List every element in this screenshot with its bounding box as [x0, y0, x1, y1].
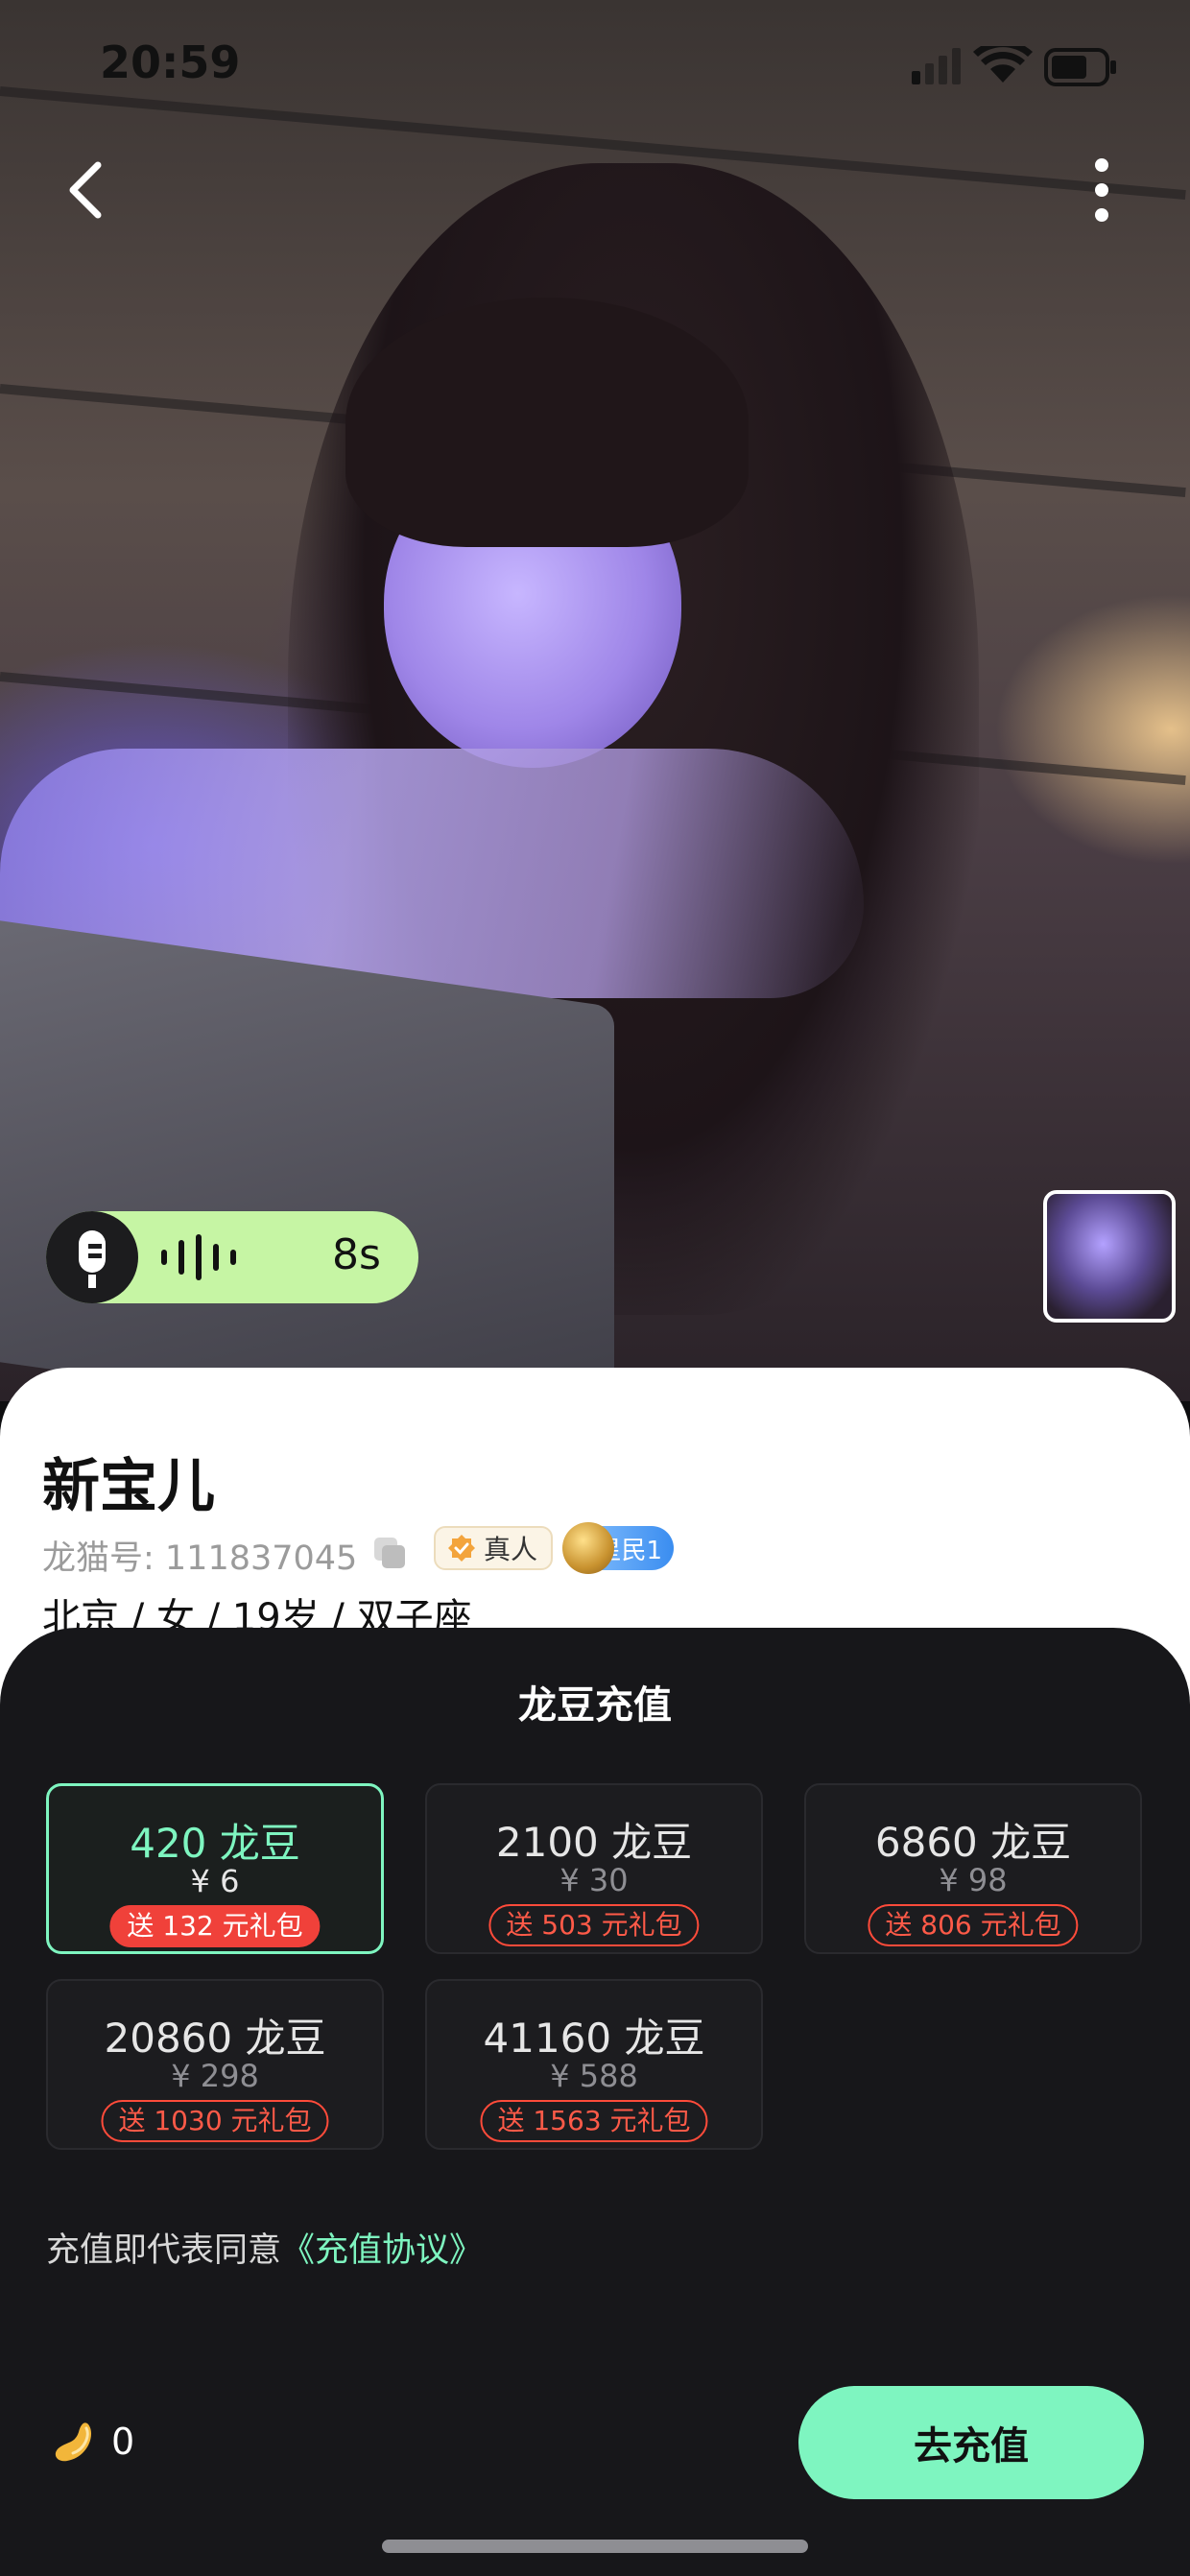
package-amount: 20860 龙豆 [104, 2015, 326, 2062]
package-gift: 送 806 元礼包 [868, 1904, 1079, 1946]
agreement-text: 充值即代表同意《充值协议》 [46, 2223, 483, 2272]
package-price: ¥ 6 [190, 1863, 240, 1899]
status-bar: 20:59 [0, 0, 1190, 125]
verified-badge-icon [448, 1535, 475, 1562]
package-card[interactable]: 20860 龙豆 ¥ 298 送 1030 元礼包 [46, 1979, 384, 2150]
copy-icon[interactable] [370, 1534, 409, 1572]
package-card[interactable]: 41160 龙豆 ¥ 588 送 1563 元礼包 [425, 1979, 763, 2150]
package-card[interactable]: 420 龙豆 ¥ 6 送 132 元礼包 [46, 1783, 384, 1954]
agreement-link[interactable]: 《充值协议》 [281, 2231, 483, 2270]
back-button[interactable] [50, 152, 127, 228]
verified-badge-label: 真人 [484, 1534, 538, 1565]
photo-bangs [345, 298, 749, 547]
sound-wave-icon [161, 1234, 236, 1280]
voice-duration: 8s [332, 1230, 381, 1279]
profile-id: 龙猫号: 111837045 [42, 1539, 358, 1578]
recharge-button[interactable]: 去充值 [798, 2386, 1144, 2499]
microphone-icon [46, 1211, 138, 1303]
balance: 0 [50, 2415, 134, 2469]
bean-coin-icon [55, 2422, 92, 2462]
package-card[interactable]: 2100 龙豆 ¥ 30 送 503 元礼包 [425, 1783, 763, 1954]
more-vertical-icon [1095, 158, 1108, 222]
status-time: 20:59 [100, 36, 241, 88]
package-amount: 41160 龙豆 [483, 2015, 705, 2062]
package-amount: 420 龙豆 [130, 1820, 300, 1867]
package-gift: 送 503 元礼包 [488, 1904, 700, 1946]
package-gift: 送 1563 元礼包 [480, 2100, 708, 2142]
sheet-title: 龙豆充值 [518, 1683, 672, 1728]
recharge-sheet: 龙豆充值 420 龙豆 ¥ 6 送 132 元礼包 2100 龙豆 ¥ 30 送… [0, 1628, 1190, 2576]
package-price: ¥ 298 [171, 2058, 259, 2094]
package-card[interactable]: 6860 龙豆 ¥ 98 送 806 元礼包 [804, 1783, 1142, 1954]
package-price: ¥ 30 [559, 1862, 629, 1898]
verified-badge: 真人 [434, 1526, 554, 1570]
balance-value: 0 [111, 2421, 135, 2463]
voice-intro-button[interactable]: 8s [46, 1211, 418, 1303]
package-price: ¥ 588 [550, 2058, 638, 2094]
profile-photo[interactable] [0, 0, 1190, 1401]
status-icons [912, 46, 1116, 86]
level-gem-icon [562, 1522, 614, 1574]
chevron-left-icon [69, 161, 102, 219]
home-indicator[interactable] [382, 2540, 808, 2553]
more-button[interactable] [1063, 152, 1140, 228]
package-price: ¥ 98 [939, 1862, 1008, 1898]
profile-name: 新宝儿 [42, 1453, 215, 1520]
package-gift: 送 1030 元礼包 [101, 2100, 329, 2142]
package-gift: 送 132 元礼包 [109, 1905, 321, 1947]
photo-thumbnail[interactable] [1043, 1190, 1176, 1323]
package-amount: 2100 龙豆 [495, 1819, 693, 1866]
agreement-prefix: 充值即代表同意 [46, 2231, 282, 2270]
package-amount: 6860 龙豆 [874, 1819, 1072, 1866]
